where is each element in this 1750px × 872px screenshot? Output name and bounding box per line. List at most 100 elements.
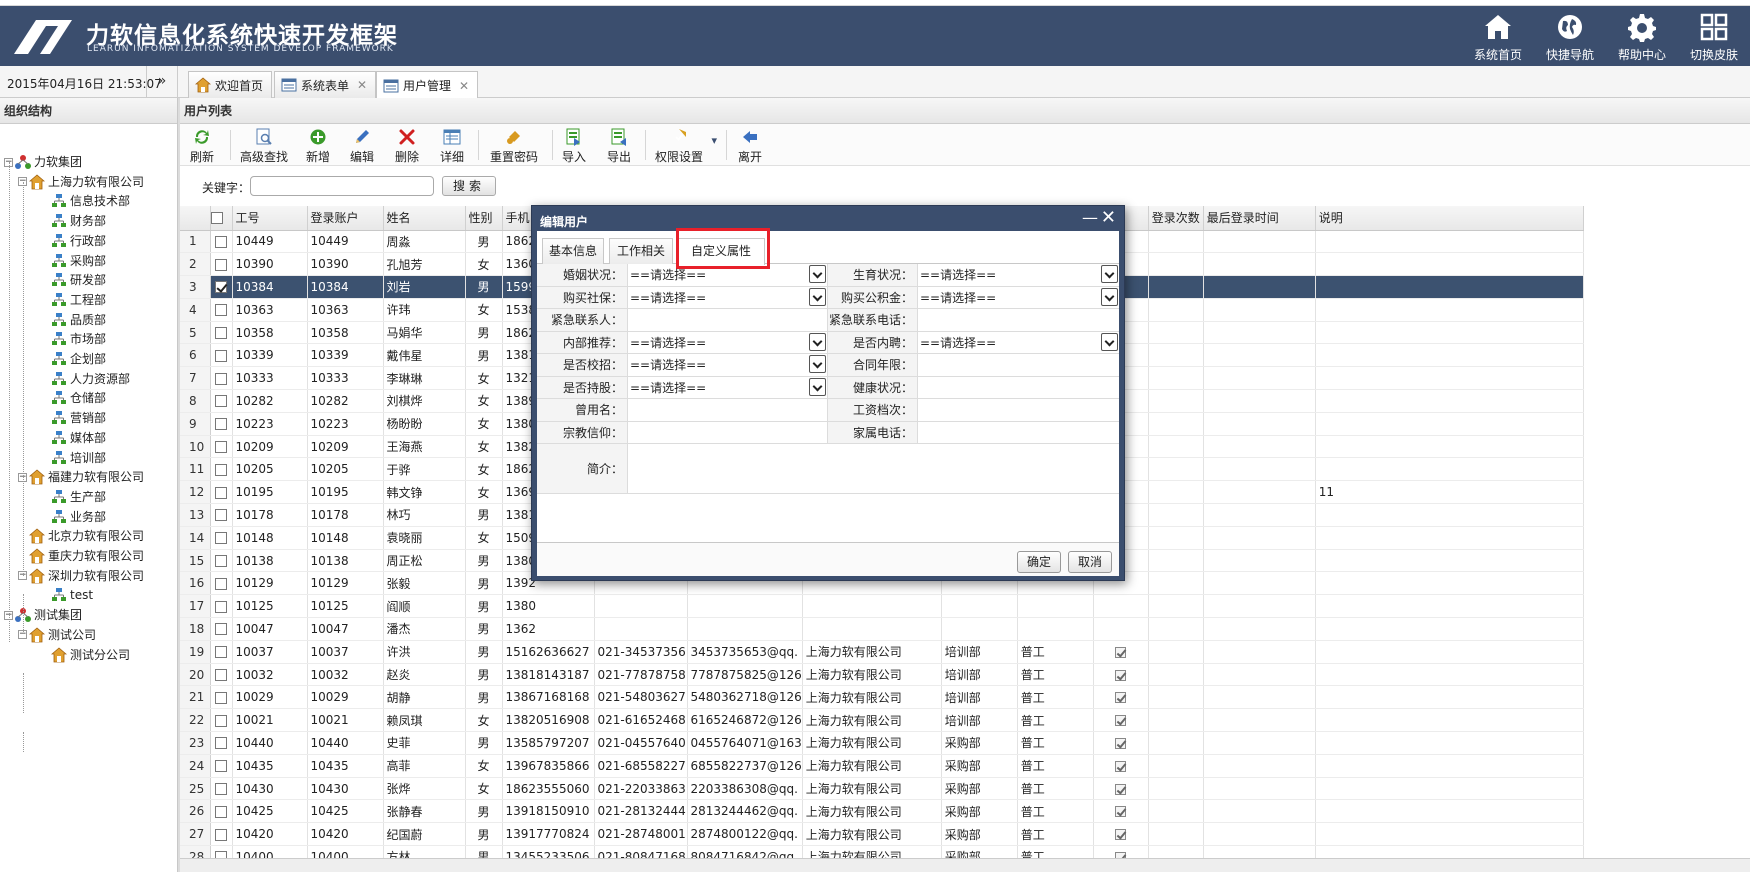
row-checkbox[interactable] (215, 372, 227, 385)
row-checkbox[interactable] (215, 532, 227, 545)
row-checkbox[interactable] (215, 258, 227, 271)
toolbar-export-button[interactable]: 导出 (607, 128, 631, 164)
column-header-employee-no[interactable]: 工号 (232, 206, 308, 231)
chevron-down-icon[interactable] (809, 332, 826, 351)
row-checkbox[interactable] (215, 714, 227, 727)
row-checkbox[interactable] (215, 418, 227, 431)
tree-node-dept[interactable]: 研发部 (51, 270, 106, 290)
column-header-name[interactable]: 姓名 (383, 206, 466, 231)
row-checkbox[interactable] (215, 486, 227, 499)
tree-node-dept[interactable]: 生产部 (51, 487, 106, 507)
table-row[interactable]: 18 10047 10047 潘杰男 1362 (180, 617, 1584, 641)
chevron-down-icon[interactable] (1101, 287, 1118, 306)
internal-hire-select[interactable]: ==请选择== (918, 333, 1119, 353)
chevron-down-icon[interactable] (809, 265, 826, 283)
tab-close-icon[interactable]: ✕ (459, 79, 469, 93)
tree-node-company[interactable]: 重庆力软有限公司 (29, 546, 144, 566)
row-checkbox[interactable] (215, 463, 227, 476)
field-value-internal-hire[interactable]: ==请选择== (918, 332, 1119, 354)
intro-textarea[interactable] (628, 444, 1119, 493)
table-row[interactable]: 21 10029 10029 胡静男 13867168168 021-54803627 54… (180, 685, 1584, 710)
chevron-down-icon[interactable] (1101, 332, 1118, 351)
fertility-status-select[interactable]: ==请选择== (918, 265, 1119, 285)
row-checkbox[interactable] (215, 623, 227, 636)
dialog-minimize-button[interactable]: — (1082, 208, 1098, 227)
field-value-social-security[interactable]: ==请选择== (628, 286, 828, 308)
marital-status-select[interactable]: ==请选择== (628, 265, 827, 285)
tree-node-company[interactable]: − 测试公司 (18, 625, 96, 645)
table-row[interactable]: 23 10440 10440 史菲男 13585797207 021-04557640 04… (180, 731, 1584, 755)
chevron-down-icon[interactable] (1101, 265, 1118, 283)
search-button[interactable]: 搜索 (442, 176, 496, 196)
field-value-fertility-status[interactable]: ==请选择== (918, 264, 1119, 286)
toolbar-permission-button[interactable]: 权限设置 ▾ (655, 128, 717, 164)
keyword-input[interactable] (250, 176, 434, 196)
tree-node-dept[interactable]: 业务部 (51, 507, 106, 527)
tree-node-dept[interactable]: 培训部 (51, 448, 106, 468)
table-row[interactable]: 26 10425 10425 张静春男 13918150910 021-28132444 2… (180, 799, 1584, 824)
toolbar-detail-button[interactable]: 详细 (440, 128, 464, 164)
table-row[interactable]: 25 10430 10430 张烨女 18623555060 021-22033863 22… (180, 777, 1584, 801)
cancel-button[interactable]: 取消 (1068, 551, 1112, 573)
toolbar-reset-password-button[interactable]: 重置密码 (490, 128, 538, 164)
chevron-down-icon[interactable] (809, 287, 826, 306)
tree-node-dept[interactable]: 市场部 (51, 329, 106, 349)
tab-user-management[interactable]: 用户管理 ✕ (376, 71, 479, 99)
toolbar-leave-button[interactable]: 离开 (738, 128, 762, 164)
toolbar-delete-button[interactable]: 删除 (395, 128, 419, 164)
tab-welcome[interactable]: 欢迎首页 (188, 71, 273, 98)
tree-node-dept[interactable]: 财务部 (51, 211, 106, 231)
tree-node-dept[interactable]: 企划部 (51, 349, 106, 369)
tree-node-dept[interactable]: 人力资源部 (51, 369, 130, 389)
header-nav-grid[interactable]: 切换皮肤 (1678, 6, 1750, 66)
row-checkbox[interactable] (215, 600, 227, 613)
column-header-gender[interactable]: 性别 (465, 206, 503, 231)
dialog-tab-work[interactable]: 工作相关 (609, 238, 673, 264)
toolbar-refresh-button[interactable]: 刷新 (190, 128, 214, 164)
chevron-down-icon[interactable] (809, 355, 826, 373)
row-checkbox[interactable] (215, 395, 227, 408)
toolbar-import-button[interactable]: 导入 (562, 128, 586, 164)
row-checkbox[interactable] (215, 441, 227, 454)
row-checkbox[interactable] (215, 737, 227, 750)
tree-node-company[interactable]: − 福建力软有限公司 (18, 467, 144, 487)
row-checkbox[interactable] (215, 783, 227, 796)
field-value-religion[interactable] (628, 421, 828, 443)
tree-node-company[interactable]: − 深圳力软有限公司 (18, 566, 144, 586)
tree-node-company[interactable]: 测试分公司 (51, 645, 130, 665)
field-value-shareholding[interactable]: ==请选择== (628, 376, 828, 398)
field-value-emergency-contact[interactable] (628, 309, 828, 331)
tree-node-dept[interactable]: 行政部 (51, 231, 106, 251)
tree-node-dept[interactable]: 仓储部 (51, 388, 106, 408)
tree-node-dept[interactable]: 品质部 (51, 310, 106, 330)
tree-node-group[interactable]: − 力软集团 (4, 152, 82, 172)
field-value-family-phone[interactable] (918, 422, 1119, 444)
field-value-former-name[interactable] (628, 399, 828, 421)
field-value-health-status[interactable] (918, 377, 1119, 399)
toolbar-add-button[interactable]: 新增 (306, 128, 330, 164)
row-checkbox[interactable] (215, 691, 227, 704)
tree-node-company[interactable]: 北京力软有限公司 (29, 526, 144, 546)
housing-fund-select[interactable]: ==请选择== (918, 288, 1119, 308)
shareholding-select[interactable]: ==请选择== (628, 378, 827, 398)
internal-referral-select[interactable]: ==请选择== (628, 333, 827, 353)
field-value-housing-fund[interactable]: ==请选择== (918, 287, 1119, 309)
field-value-emergency-phone[interactable] (918, 309, 1119, 331)
row-checkbox[interactable] (215, 349, 227, 362)
social-security-select[interactable]: ==请选择== (628, 288, 827, 308)
header-nav-globe[interactable]: 快捷导航 (1534, 6, 1606, 66)
row-checkbox[interactable] (215, 281, 227, 294)
column-header-last-login-time[interactable]: 最后登录时间 (1203, 206, 1316, 231)
tree-node-group[interactable]: − 测试集团 (4, 605, 82, 625)
row-checkbox[interactable] (215, 577, 227, 590)
collapse-sidebar-button[interactable]: » (146, 66, 177, 97)
chevron-down-icon[interactable] (809, 377, 826, 396)
table-row[interactable]: 17 10125 10125 阎顺男 1380 (180, 594, 1584, 619)
column-header-login-count[interactable]: 登录次数 (1148, 206, 1204, 231)
row-checkbox[interactable] (215, 805, 227, 818)
tab-close-icon[interactable]: ✕ (357, 78, 367, 92)
tree-node-company[interactable]: − 上海力软有限公司 (18, 172, 144, 192)
table-row[interactable]: 27 10420 10420 纪国蔚男 13917770824 021-28748001 2… (180, 822, 1584, 847)
chevron-down-icon[interactable]: ▾ (711, 134, 717, 147)
tree-node-dept[interactable]: test (51, 585, 93, 605)
